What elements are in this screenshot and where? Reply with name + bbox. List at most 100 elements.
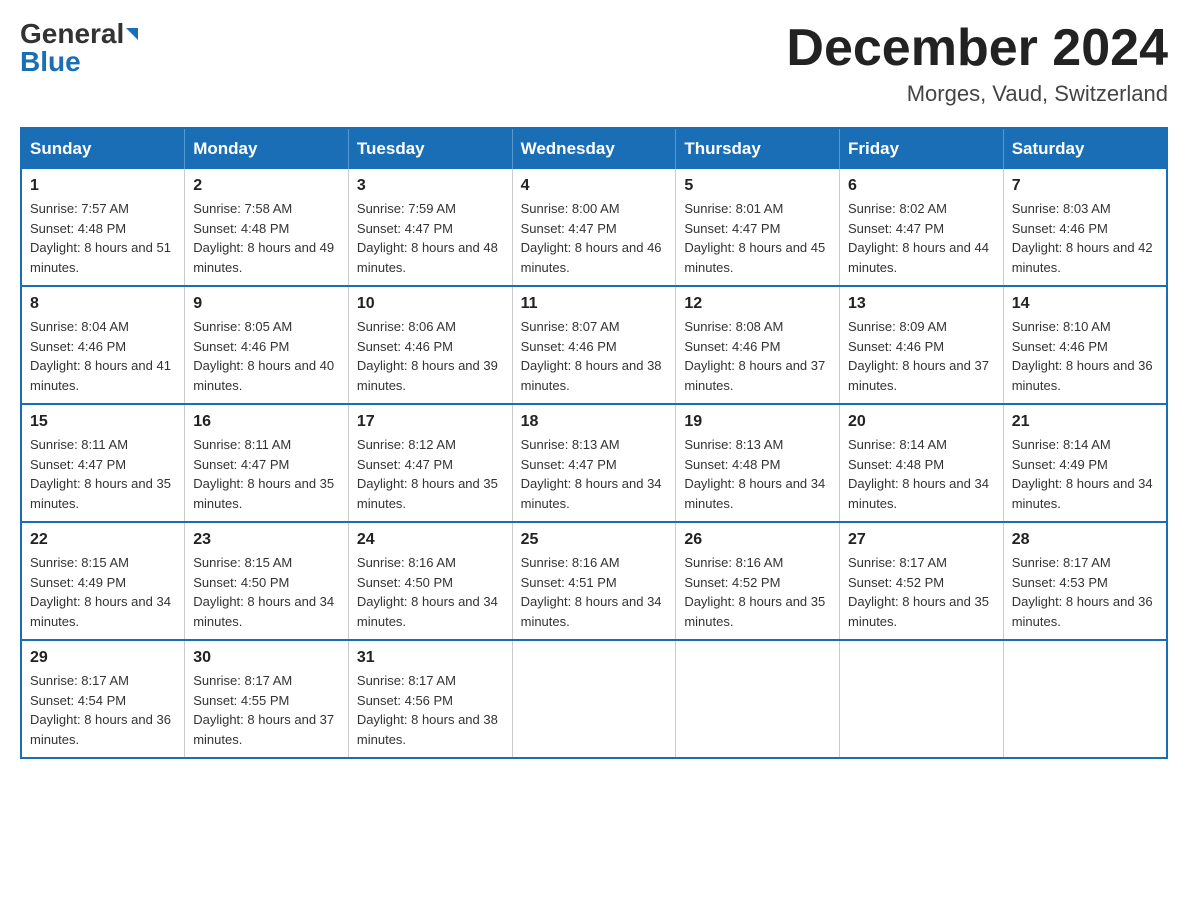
calendar-week-row: 8 Sunrise: 8:04 AMSunset: 4:46 PMDaylight… xyxy=(21,286,1167,404)
logo-general-text: General xyxy=(20,20,124,48)
day-sun-info: Sunrise: 8:03 AMSunset: 4:46 PMDaylight:… xyxy=(1012,199,1158,277)
calendar-cell: 23Sunrise: 8:15 AMSunset: 4:50 PMDayligh… xyxy=(185,522,349,640)
day-number: 12 xyxy=(684,295,831,313)
day-sun-info: Sunrise: 8:14 AMSunset: 4:49 PMDaylight:… xyxy=(1012,435,1158,513)
logo: General Blue xyxy=(20,20,138,76)
calendar-cell: 5Sunrise: 8:01 AMSunset: 4:47 PMDaylight… xyxy=(676,169,840,286)
logo-blue-text: Blue xyxy=(20,48,81,76)
day-sun-info: Sunrise: 8:14 AMSunset: 4:48 PMDaylight:… xyxy=(848,435,995,513)
day-sun-info: Sunrise: 8:04 AMSunset: 4:46 PMDaylight:… xyxy=(30,317,176,395)
day-number: 1 xyxy=(30,177,176,195)
calendar-cell: 31Sunrise: 8:17 AMSunset: 4:56 PMDayligh… xyxy=(348,640,512,758)
calendar-week-row: 29 Sunrise: 8:17 AMSunset: 4:54 PMDayligh… xyxy=(21,640,1167,758)
day-number: 15 xyxy=(30,413,176,431)
calendar-cell xyxy=(676,640,840,758)
day-sun-info: Sunrise: 8:16 AMSunset: 4:50 PMDaylight:… xyxy=(357,553,504,631)
calendar-cell: 10 Sunrise: 8:06 AMSunset: 4:46 PMDayligh… xyxy=(348,286,512,404)
weekday-header-monday: Monday xyxy=(185,128,349,169)
day-number: 27 xyxy=(848,531,995,549)
day-number: 22 xyxy=(30,531,176,549)
calendar-cell: 27 Sunrise: 8:17 AMSunset: 4:52 PMDayligh… xyxy=(840,522,1004,640)
day-sun-info: Sunrise: 8:06 AMSunset: 4:46 PMDaylight:… xyxy=(357,317,504,395)
day-sun-info: Sunrise: 8:17 AMSunset: 4:52 PMDaylight:… xyxy=(848,553,995,631)
day-number: 18 xyxy=(521,413,668,431)
calendar-cell: 3Sunrise: 7:59 AMSunset: 4:47 PMDaylight… xyxy=(348,169,512,286)
day-number: 7 xyxy=(1012,177,1158,195)
calendar-cell xyxy=(840,640,1004,758)
calendar-cell: 28 Sunrise: 8:17 AMSunset: 4:53 PMDayligh… xyxy=(1003,522,1167,640)
day-sun-info: Sunrise: 7:58 AMSunset: 4:48 PMDaylight:… xyxy=(193,199,340,277)
day-number: 26 xyxy=(684,531,831,549)
location-subtitle: Morges, Vaud, Switzerland xyxy=(786,81,1168,107)
day-sun-info: Sunrise: 8:12 AMSunset: 4:47 PMDaylight:… xyxy=(357,435,504,513)
day-number: 13 xyxy=(848,295,995,313)
day-number: 11 xyxy=(521,295,668,313)
calendar-cell: 7 Sunrise: 8:03 AMSunset: 4:46 PMDaylight… xyxy=(1003,169,1167,286)
calendar-cell: 21 Sunrise: 8:14 AMSunset: 4:49 PMDayligh… xyxy=(1003,404,1167,522)
day-sun-info: Sunrise: 8:11 AMSunset: 4:47 PMDaylight:… xyxy=(193,435,340,513)
calendar-cell: 16 Sunrise: 8:11 AMSunset: 4:47 PMDayligh… xyxy=(185,404,349,522)
day-sun-info: Sunrise: 8:08 AMSunset: 4:46 PMDaylight:… xyxy=(684,317,831,395)
calendar-cell: 9Sunrise: 8:05 AMSunset: 4:46 PMDaylight… xyxy=(185,286,349,404)
calendar-cell: 15Sunrise: 8:11 AMSunset: 4:47 PMDayligh… xyxy=(21,404,185,522)
title-block: December 2024 Morges, Vaud, Switzerland xyxy=(786,20,1168,107)
day-number: 28 xyxy=(1012,531,1158,549)
day-number: 21 xyxy=(1012,413,1158,431)
day-sun-info: Sunrise: 8:02 AMSunset: 4:47 PMDaylight:… xyxy=(848,199,995,277)
weekday-header-thursday: Thursday xyxy=(676,128,840,169)
day-sun-info: Sunrise: 8:17 AMSunset: 4:55 PMDaylight:… xyxy=(193,671,340,749)
calendar-cell xyxy=(1003,640,1167,758)
day-number: 16 xyxy=(193,413,340,431)
day-number: 2 xyxy=(193,177,340,195)
day-sun-info: Sunrise: 8:07 AMSunset: 4:46 PMDaylight:… xyxy=(521,317,668,395)
day-sun-info: Sunrise: 8:09 AMSunset: 4:46 PMDaylight:… xyxy=(848,317,995,395)
calendar-cell: 25 Sunrise: 8:16 AMSunset: 4:51 PMDayligh… xyxy=(512,522,676,640)
weekday-header-sunday: Sunday xyxy=(21,128,185,169)
weekday-header-row: SundayMondayTuesdayWednesdayThursdayFrid… xyxy=(21,128,1167,169)
day-sun-info: Sunrise: 8:10 AMSunset: 4:46 PMDaylight:… xyxy=(1012,317,1158,395)
day-number: 19 xyxy=(684,413,831,431)
day-sun-info: Sunrise: 7:57 AMSunset: 4:48 PMDaylight:… xyxy=(30,199,176,277)
day-sun-info: Sunrise: 8:05 AMSunset: 4:46 PMDaylight:… xyxy=(193,317,340,395)
calendar-cell: 12 Sunrise: 8:08 AMSunset: 4:46 PMDayligh… xyxy=(676,286,840,404)
calendar-cell: 18Sunrise: 8:13 AMSunset: 4:47 PMDayligh… xyxy=(512,404,676,522)
day-sun-info: Sunrise: 8:17 AMSunset: 4:53 PMDaylight:… xyxy=(1012,553,1158,631)
page-header: General Blue December 2024 Morges, Vaud,… xyxy=(20,20,1168,107)
calendar-cell: 30 Sunrise: 8:17 AMSunset: 4:55 PMDayligh… xyxy=(185,640,349,758)
weekday-header-tuesday: Tuesday xyxy=(348,128,512,169)
day-number: 10 xyxy=(357,295,504,313)
day-sun-info: Sunrise: 8:00 AMSunset: 4:47 PMDaylight:… xyxy=(521,199,668,277)
calendar-cell: 17 Sunrise: 8:12 AMSunset: 4:47 PMDayligh… xyxy=(348,404,512,522)
day-number: 5 xyxy=(684,177,831,195)
day-number: 3 xyxy=(357,177,504,195)
day-number: 17 xyxy=(357,413,504,431)
day-sun-info: Sunrise: 8:15 AMSunset: 4:49 PMDaylight:… xyxy=(30,553,176,631)
day-number: 29 xyxy=(30,649,176,667)
calendar-cell: 14Sunrise: 8:10 AMSunset: 4:46 PMDayligh… xyxy=(1003,286,1167,404)
month-title: December 2024 xyxy=(786,20,1168,77)
day-number: 30 xyxy=(193,649,340,667)
day-sun-info: Sunrise: 8:16 AMSunset: 4:51 PMDaylight:… xyxy=(521,553,668,631)
calendar-cell xyxy=(512,640,676,758)
day-sun-info: Sunrise: 8:16 AMSunset: 4:52 PMDaylight:… xyxy=(684,553,831,631)
calendar-cell: 26 Sunrise: 8:16 AMSunset: 4:52 PMDayligh… xyxy=(676,522,840,640)
day-number: 8 xyxy=(30,295,176,313)
calendar-cell: 2 Sunrise: 7:58 AMSunset: 4:48 PMDaylight… xyxy=(185,169,349,286)
calendar-cell: 19 Sunrise: 8:13 AMSunset: 4:48 PMDayligh… xyxy=(676,404,840,522)
calendar-cell: 24Sunrise: 8:16 AMSunset: 4:50 PMDayligh… xyxy=(348,522,512,640)
weekday-header-wednesday: Wednesday xyxy=(512,128,676,169)
calendar-cell: 13 Sunrise: 8:09 AMSunset: 4:46 PMDayligh… xyxy=(840,286,1004,404)
calendar-week-row: 15 Sunrise: 8:11 AMSunset: 4:47 PMDayligh… xyxy=(21,404,1167,522)
day-number: 20 xyxy=(848,413,995,431)
day-sun-info: Sunrise: 8:13 AMSunset: 4:48 PMDaylight:… xyxy=(684,435,831,513)
day-sun-info: Sunrise: 8:15 AMSunset: 4:50 PMDaylight:… xyxy=(193,553,340,631)
calendar-cell: 4Sunrise: 8:00 AMSunset: 4:47 PMDaylight… xyxy=(512,169,676,286)
calendar-week-row: 22 Sunrise: 8:15 AMSunset: 4:49 PMDayligh… xyxy=(21,522,1167,640)
calendar-cell: 8 Sunrise: 8:04 AMSunset: 4:46 PMDaylight… xyxy=(21,286,185,404)
day-sun-info: Sunrise: 8:17 AMSunset: 4:54 PMDaylight:… xyxy=(30,671,176,749)
calendar-body: 1 Sunrise: 7:57 AMSunset: 4:48 PMDaylight… xyxy=(21,169,1167,758)
weekday-header-friday: Friday xyxy=(840,128,1004,169)
calendar-cell: 11 Sunrise: 8:07 AMSunset: 4:46 PMDayligh… xyxy=(512,286,676,404)
day-number: 25 xyxy=(521,531,668,549)
calendar-cell: 6Sunrise: 8:02 AMSunset: 4:47 PMDaylight… xyxy=(840,169,1004,286)
